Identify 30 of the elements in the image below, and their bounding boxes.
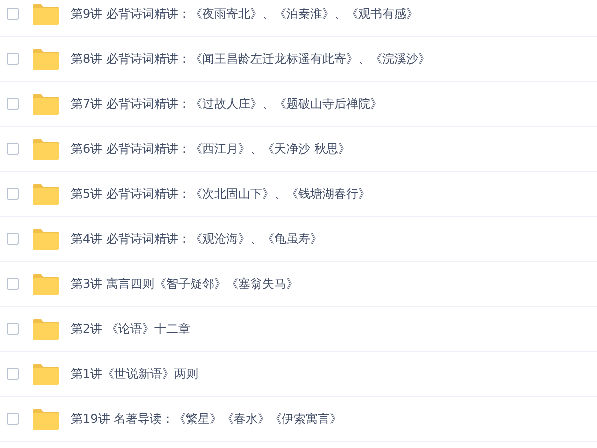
folder-icon <box>33 138 59 160</box>
folder-name[interactable]: 第7讲 必背诗词精讲：《过故人庄》、《题破山寺后禅院》 <box>71 96 382 112</box>
checkbox[interactable] <box>7 233 19 245</box>
checkbox[interactable] <box>7 188 19 200</box>
folder-icon <box>33 4 59 24</box>
folder-icon <box>33 408 59 430</box>
folder-icon <box>33 94 59 114</box>
checkbox[interactable] <box>7 323 19 335</box>
folder-name[interactable]: 第4讲 必背诗词精讲：《观沧海》、《龟虽寿》 <box>71 230 322 248</box>
folder-name[interactable]: 第19讲 名著导读：《繁星》《春水》《伊索寓言》 <box>71 410 342 428</box>
checkbox[interactable] <box>7 413 19 425</box>
folder-name[interactable]: 第6讲 必背诗词精讲：《西江月》、《天净沙 秋思》 <box>71 140 350 158</box>
folder-name[interactable]: 第1讲《世说新语》两则 <box>71 366 199 382</box>
folder-name[interactable]: 第3讲 寓言四则《智子疑邻》《塞翁失马》 <box>71 276 298 292</box>
folder-icon <box>33 184 59 204</box>
checkbox[interactable] <box>7 278 19 290</box>
folder-icon <box>33 274 59 294</box>
checkbox[interactable] <box>7 143 19 155</box>
checkbox[interactable] <box>7 368 19 380</box>
folder-icon <box>33 364 59 384</box>
folder-name[interactable]: 第2讲 《论语》十二章 <box>71 320 190 338</box>
folder-name[interactable]: 第9讲 必背诗词精讲：《夜雨寄北》、《泊秦淮》、《观书有感》 <box>71 6 418 22</box>
checkbox[interactable] <box>7 53 19 65</box>
folder-name[interactable]: 第8讲 必背诗词精讲：《闻王昌龄左迁龙标遥有此寄》、《浣溪沙》 <box>71 50 430 68</box>
folder-icon <box>33 228 59 250</box>
folder-name[interactable]: 第5讲 必背诗词精讲：《次北固山下》、《钱塘湖春行》 <box>71 186 370 202</box>
folder-icon <box>33 318 59 340</box>
checkbox[interactable] <box>7 98 19 110</box>
folder-icon <box>33 48 59 70</box>
checkbox[interactable] <box>7 8 19 20</box>
